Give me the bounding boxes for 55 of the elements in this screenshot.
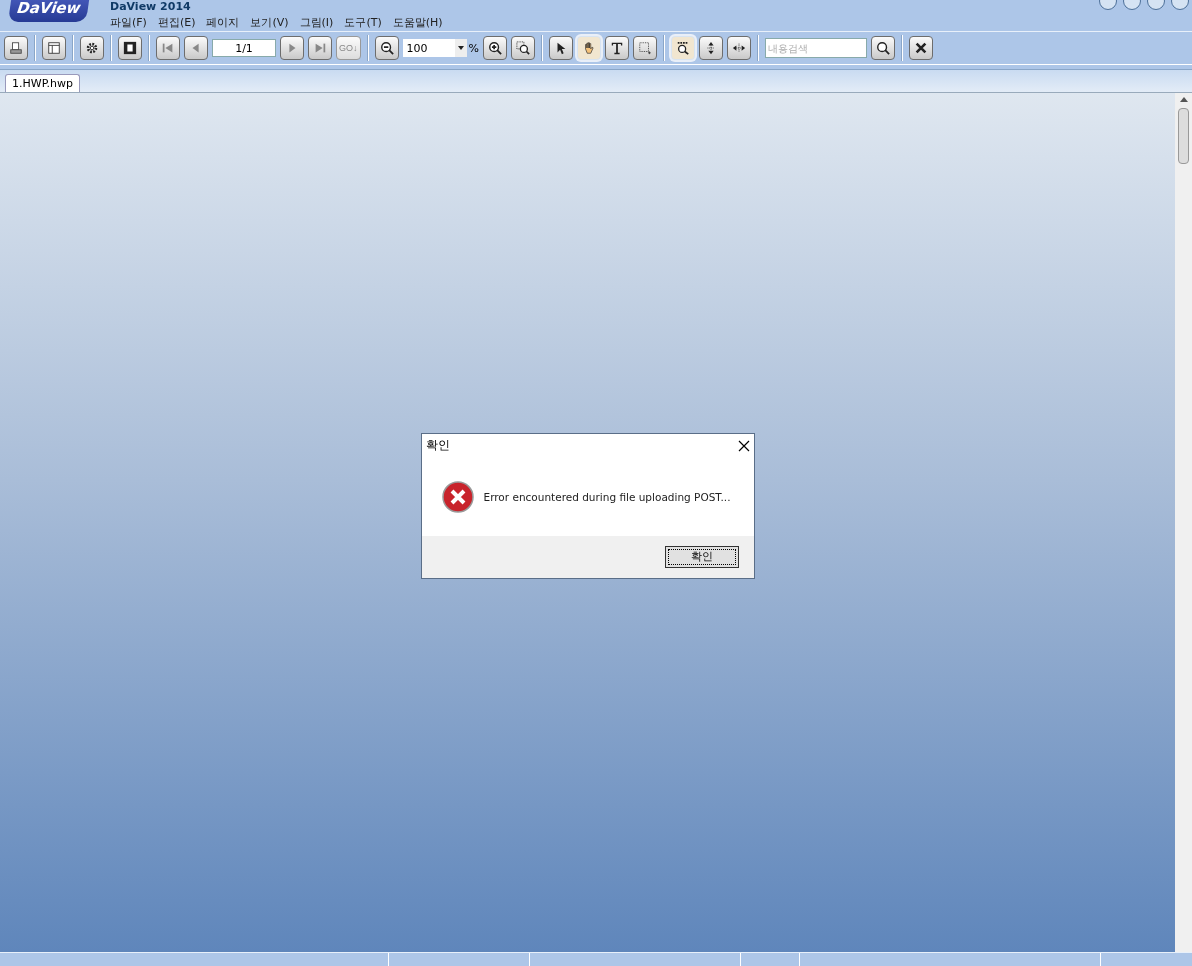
error-message: Error encountered during file uploading POST... (483, 490, 731, 503)
caret-icon (457, 46, 464, 50)
search-icon (875, 41, 890, 55)
menu-item[interactable]: 파일(F) (110, 15, 147, 30)
ok-button[interactable]: 확인 (664, 545, 739, 568)
actual-size-icon (675, 41, 690, 55)
search-field[interactable]: 내용검색 (764, 38, 867, 58)
menu-item[interactable]: 보기(V) (250, 15, 289, 30)
previous-page-button[interactable] (184, 36, 208, 60)
menu-item[interactable]: 도구(T) (344, 15, 382, 30)
gear-icon (85, 41, 99, 55)
document-tab[interactable]: 1.HWP.hwp (5, 74, 80, 92)
zoom-select[interactable]: 100 (402, 39, 467, 57)
zoom-in-icon (487, 41, 502, 55)
dropdown-button[interactable] (454, 39, 467, 57)
page-field[interactable]: 1/1 (212, 39, 276, 57)
close-icon[interactable] (737, 439, 750, 452)
first-page-icon (161, 41, 175, 55)
next-page-button[interactable] (280, 36, 304, 60)
fit-width-button[interactable] (726, 36, 751, 60)
window-title: DaView 2014 (110, 0, 192, 13)
menu-item[interactable]: 편집(E) (157, 15, 196, 30)
printer-icon (9, 41, 23, 55)
zoom-out-button[interactable] (374, 36, 399, 60)
layout-button[interactable] (42, 36, 66, 60)
scroll-thumb[interactable] (1178, 108, 1189, 164)
zoom-area-button[interactable] (510, 36, 535, 60)
last-page-button[interactable] (308, 36, 332, 60)
app-logo: DaView (8, 0, 90, 22)
last-page-icon (313, 41, 327, 55)
error-icon (441, 480, 474, 513)
close-icon (913, 41, 928, 55)
hand-button[interactable] (576, 36, 601, 60)
text-tool-button[interactable] (604, 36, 629, 60)
printer-button[interactable] (4, 36, 28, 60)
menu-item[interactable]: 페이지 (206, 15, 240, 30)
menu-item[interactable]: 그림(I) (299, 15, 334, 30)
scroll-up-icon (1179, 97, 1188, 102)
dialog-title: 확인 (425, 437, 450, 454)
percent-label: % (468, 41, 479, 55)
pointer-button[interactable] (548, 36, 573, 60)
zoom-in-button[interactable] (482, 36, 507, 60)
scrollbar[interactable] (1175, 93, 1192, 952)
first-page-button[interactable] (156, 36, 180, 60)
search-button[interactable] (870, 36, 895, 60)
actual-size-button[interactable] (670, 36, 695, 60)
layout-icon (47, 41, 61, 55)
gear-button[interactable] (80, 36, 104, 60)
zoom-out-icon (379, 41, 394, 55)
menu-item[interactable]: 도움말(H) (392, 15, 443, 30)
fit-height-button[interactable] (698, 36, 723, 60)
selection-icon (637, 41, 652, 55)
zoom-area-icon (515, 41, 530, 55)
text-tool-icon (609, 41, 624, 55)
selection-button[interactable] (632, 36, 657, 60)
